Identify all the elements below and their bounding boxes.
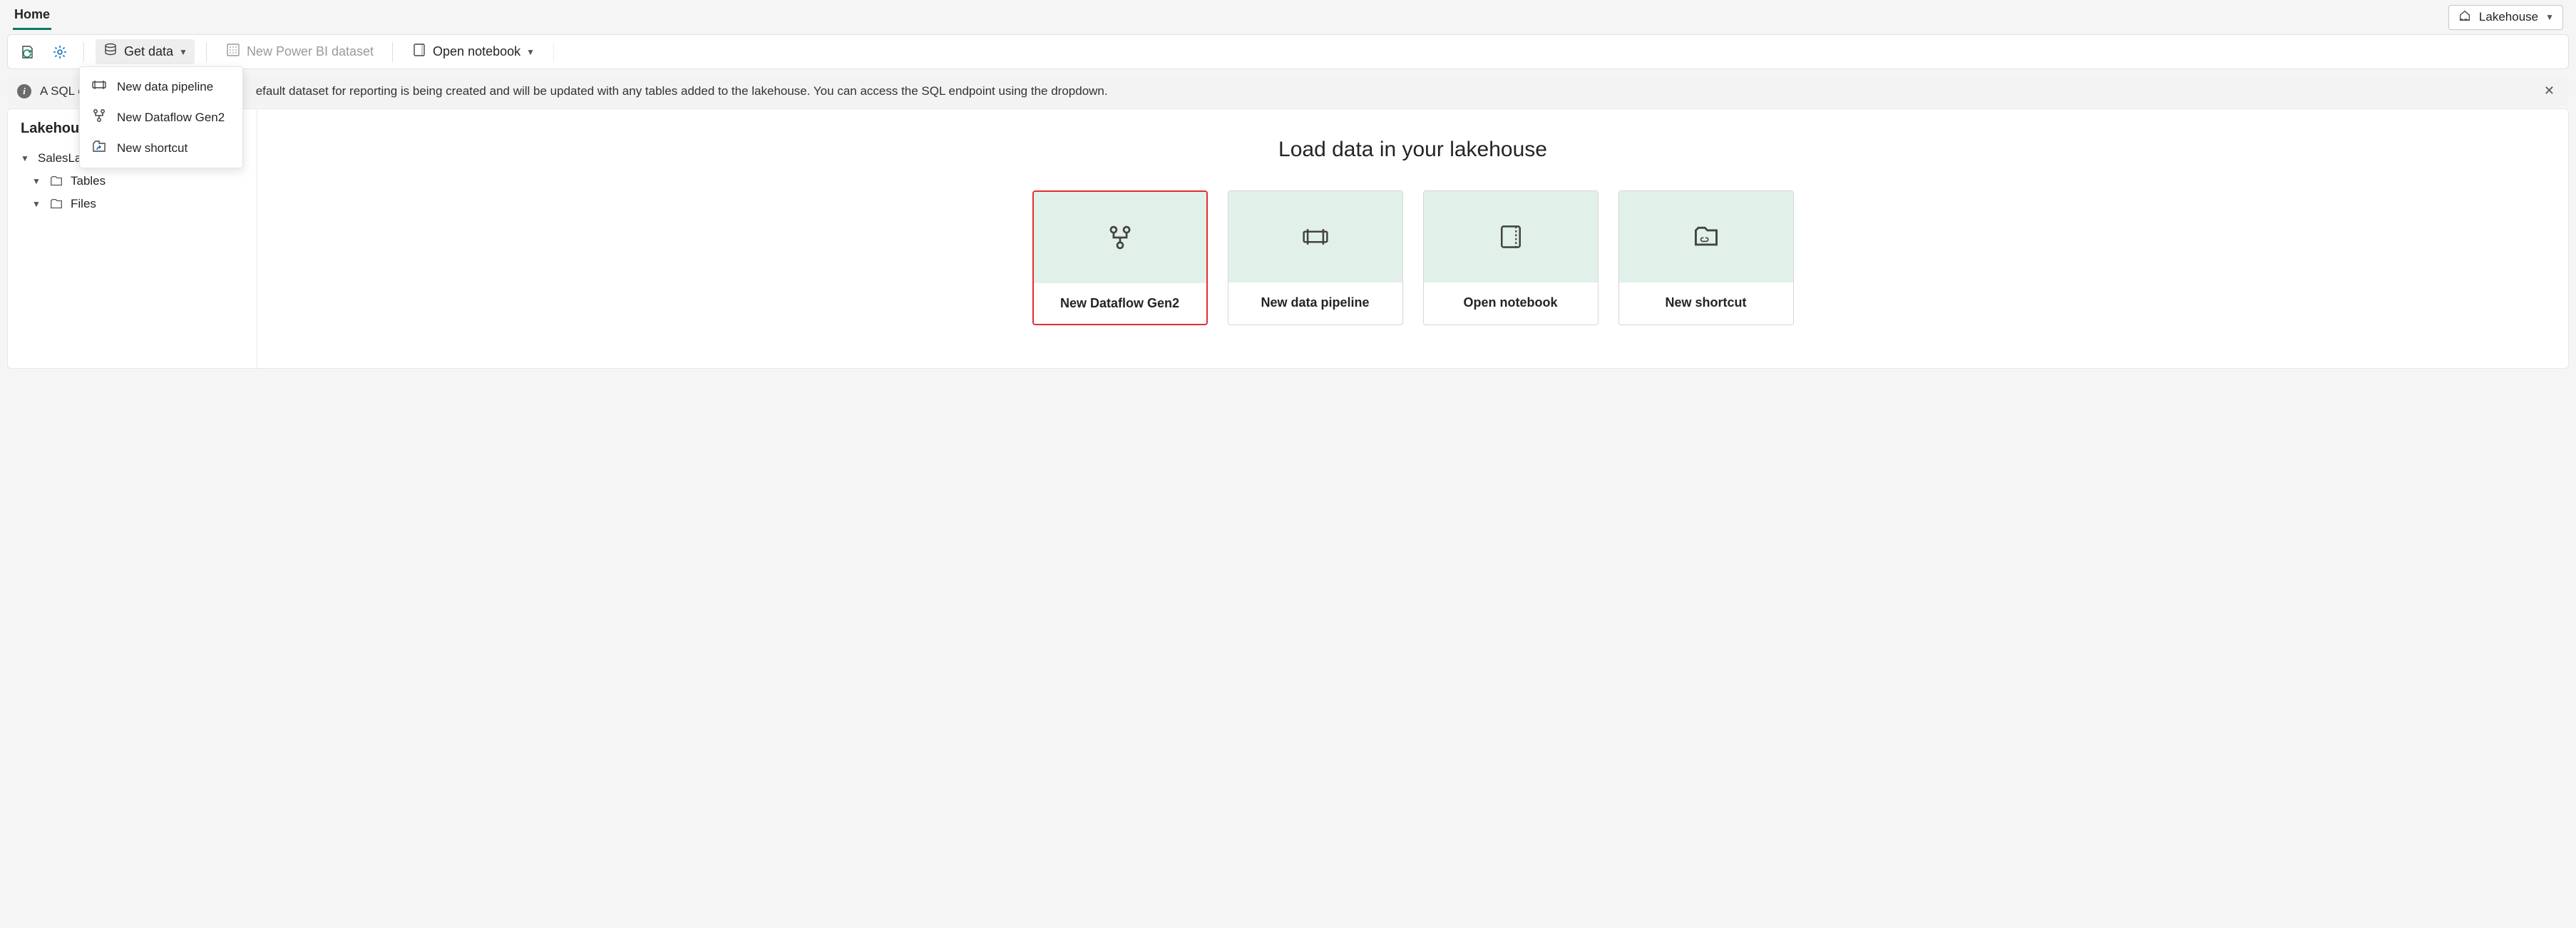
- card-label: New shortcut: [1619, 282, 1793, 323]
- info-icon: i: [17, 84, 31, 98]
- tree-node-label: Tables: [71, 174, 106, 188]
- notebook-icon: [411, 42, 427, 61]
- folder-link-icon: [1619, 191, 1793, 282]
- card-label: New Dataflow Gen2: [1034, 283, 1206, 324]
- tree-node-tables[interactable]: ▼ Tables: [14, 170, 251, 193]
- close-icon[interactable]: ✕: [2540, 83, 2559, 98]
- separator: [553, 42, 554, 62]
- open-notebook-label: Open notebook: [433, 44, 520, 59]
- get-data-button[interactable]: Get data ▼: [96, 39, 195, 64]
- get-data-menu: New data pipeline New Dataflow Gen2 New …: [79, 66, 243, 168]
- chevron-down-icon: ▼: [526, 47, 535, 57]
- new-powerbi-dataset-label: New Power BI dataset: [247, 44, 374, 59]
- tab-home[interactable]: Home: [13, 4, 51, 30]
- chevron-down-icon: ▼: [2545, 12, 2554, 22]
- top-nav: Home Lakehouse ▼: [0, 0, 2576, 30]
- toolbar: Get data ▼ New Power BI dataset Open not…: [7, 34, 2569, 69]
- separator: [83, 42, 84, 62]
- info-bar: i A SQL e efault dataset for reporting is…: [7, 76, 2569, 106]
- database-icon: [103, 42, 118, 61]
- info-message: A SQL e efault dataset for reporting is b…: [40, 84, 2531, 98]
- chevron-down-icon: ▼: [31, 176, 42, 186]
- dataflow-icon: [1034, 192, 1206, 283]
- folder-icon: [49, 174, 63, 188]
- card-open-notebook[interactable]: Open notebook: [1423, 190, 1599, 325]
- notebook-icon: [1424, 191, 1598, 282]
- chevron-down-icon: ▼: [179, 47, 188, 57]
- refresh-button[interactable]: [15, 41, 39, 63]
- menu-new-dataflow-gen2[interactable]: New Dataflow Gen2: [80, 102, 242, 133]
- info-message-prefix: A SQL e: [40, 84, 85, 98]
- folder-icon: [49, 197, 63, 211]
- view-mode-label: Lakehouse: [2479, 10, 2538, 24]
- shortcut-icon: [91, 138, 107, 158]
- info-message-tail: efault dataset for reporting is being cr…: [256, 84, 1108, 98]
- menu-new-shortcut[interactable]: New shortcut: [80, 133, 242, 163]
- menu-item-label: New Dataflow Gen2: [117, 111, 225, 125]
- card-label: New data pipeline: [1228, 282, 1402, 323]
- dataflow-icon: [91, 108, 107, 127]
- lakehouse-icon: [2458, 9, 2472, 26]
- settings-button[interactable]: [48, 41, 72, 63]
- view-mode-switcher[interactable]: Lakehouse ▼: [2448, 5, 2563, 30]
- chevron-down-icon: ▼: [19, 153, 31, 163]
- main-panel: Load data in your lakehouse New Dataflow…: [257, 108, 2569, 369]
- main-heading: Load data in your lakehouse: [1278, 138, 1547, 162]
- menu-new-data-pipeline[interactable]: New data pipeline: [80, 71, 242, 102]
- chevron-down-icon: ▼: [31, 199, 42, 209]
- menu-item-label: New data pipeline: [117, 80, 213, 94]
- menu-item-label: New shortcut: [117, 141, 188, 155]
- card-new-dataflow-gen2[interactable]: New Dataflow Gen2: [1032, 190, 1208, 325]
- dataset-icon: [225, 42, 241, 61]
- pipeline-icon: [1228, 191, 1402, 282]
- tree-node-label: Files: [71, 197, 96, 211]
- separator: [206, 42, 207, 62]
- get-data-label: Get data: [124, 44, 173, 59]
- new-powerbi-dataset-button: New Power BI dataset: [218, 39, 381, 64]
- card-label: Open notebook: [1424, 282, 1598, 323]
- open-notebook-button[interactable]: Open notebook ▼: [404, 39, 542, 64]
- tree-node-files[interactable]: ▼ Files: [14, 193, 251, 215]
- card-grid: New Dataflow Gen2 New data pipeline Open…: [1032, 190, 1794, 325]
- pipeline-icon: [91, 77, 107, 96]
- card-new-shortcut[interactable]: New shortcut: [1618, 190, 1794, 325]
- card-new-data-pipeline[interactable]: New data pipeline: [1228, 190, 1403, 325]
- separator: [392, 42, 393, 62]
